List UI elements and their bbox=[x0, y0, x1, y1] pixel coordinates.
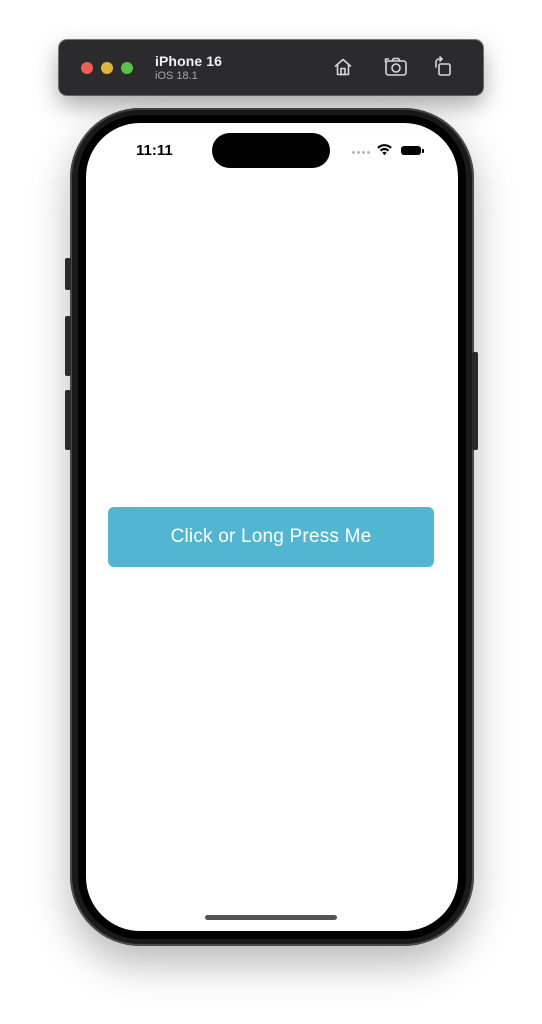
device-os-version: iOS 18.1 bbox=[155, 70, 198, 82]
wifi-icon bbox=[376, 143, 393, 161]
power-button[interactable] bbox=[472, 352, 478, 450]
click-or-long-press-button[interactable]: Click or Long Press Me bbox=[108, 507, 434, 567]
zoom-window-button[interactable] bbox=[121, 62, 133, 74]
simulator-toolbar: iPhone 16 iOS 18.1 bbox=[59, 40, 483, 95]
cellular-signal-icon bbox=[352, 151, 370, 154]
rotate-icon[interactable] bbox=[431, 55, 455, 79]
device-screen: 11:11 Click or Long Press Me bbox=[86, 123, 458, 931]
volume-down-button[interactable] bbox=[65, 390, 71, 450]
screenshot-icon[interactable] bbox=[384, 55, 408, 79]
home-indicator[interactable] bbox=[205, 915, 337, 920]
action-button[interactable] bbox=[65, 258, 71, 290]
volume-up-button[interactable] bbox=[65, 316, 71, 376]
close-window-button[interactable] bbox=[81, 62, 93, 74]
simulator-window: 11:11 Click or Long Press Me iPhone 16 i… bbox=[0, 0, 542, 1024]
home-icon[interactable] bbox=[331, 55, 355, 79]
minimize-window-button[interactable] bbox=[101, 62, 113, 74]
status-time: 11:11 bbox=[136, 142, 173, 159]
battery-icon bbox=[401, 146, 424, 155]
device-name: iPhone 16 bbox=[155, 53, 223, 69]
dynamic-island bbox=[212, 133, 330, 168]
